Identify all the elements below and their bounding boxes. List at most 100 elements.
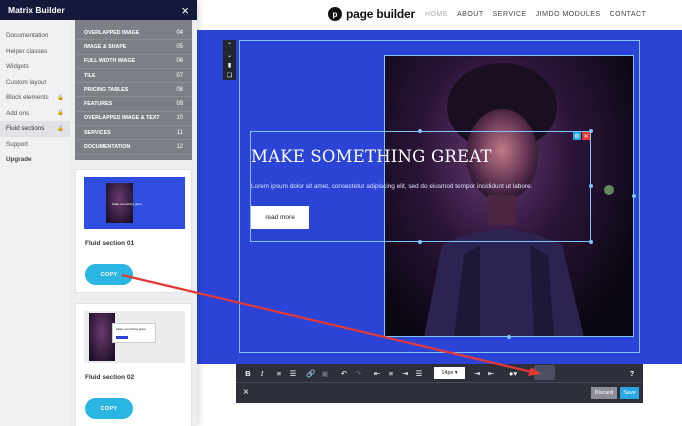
- site-menu: HOME ABOUT SERVICE JIMDO MODULES CONTACT: [425, 11, 646, 18]
- hero-title[interactable]: MAKE SOMETHING GREAT: [251, 147, 492, 166]
- category-label: PRICING TABLES: [84, 86, 129, 93]
- duplicate-icon[interactable]: ❏: [227, 72, 232, 79]
- code-view-highlight: [534, 365, 555, 380]
- category-label: FEATURES: [84, 101, 113, 108]
- link-icon[interactable]: 🔗: [305, 367, 317, 379]
- discard-button[interactable]: Discard: [591, 387, 617, 399]
- bold-button[interactable]: B: [242, 367, 254, 379]
- indent-icon[interactable]: ⇥: [471, 367, 483, 379]
- fluid-section-card: Make something great Fluid section 02 CO…: [75, 303, 192, 426]
- card-title: Fluid section 01: [85, 240, 135, 247]
- italic-button[interactable]: I: [256, 367, 268, 379]
- logo-text: page builder: [346, 7, 415, 21]
- save-button[interactable]: Save: [620, 387, 639, 399]
- align-justify-icon[interactable]: ☰: [413, 367, 425, 379]
- category-item[interactable]: TILE 07: [75, 69, 192, 84]
- category-label: IMAGE & SHAPE: [84, 43, 127, 50]
- section-thumbnail: Make something great: [84, 311, 185, 363]
- nav-item-label: Block elements: [6, 94, 49, 102]
- align-center-icon[interactable]: ≡: [385, 367, 397, 379]
- nav-item-label: Fluid sections: [6, 125, 45, 133]
- delete-icon[interactable]: ✕: [582, 132, 590, 140]
- category-item[interactable]: PRICING TABLES 08: [75, 83, 192, 98]
- copy-button[interactable]: COPY: [85, 398, 133, 419]
- site-logo[interactable]: p page builder: [328, 7, 415, 21]
- card-title: Fluid section 02: [85, 374, 135, 381]
- hero-section: ⚙ ✕ ⌃ ⌄ ▮ ❏ MAKE SOMETHING GREAT Lorem i…: [197, 30, 682, 364]
- matrix-builder-panel: Matrix Builder × Documentation Helper cl…: [0, 0, 197, 426]
- resize-handle[interactable]: [507, 335, 511, 339]
- menu-item-contact[interactable]: CONTACT: [610, 11, 647, 18]
- panel-header: Matrix Builder ×: [0, 0, 197, 20]
- nav-item-fluid-sections[interactable]: Fluid sections 🔒: [0, 121, 70, 137]
- panel-content: OVERLAPPED IMAGE 04 IMAGE & SHAPE 05 FULL …: [70, 20, 197, 426]
- align-left-icon[interactable]: ⇤: [371, 367, 383, 379]
- category-item[interactable]: DOCUMENTATION 12: [75, 140, 192, 155]
- align-right-icon[interactable]: ⇥: [399, 367, 411, 379]
- menu-item-about[interactable]: ABOUT: [457, 11, 484, 18]
- redo-icon[interactable]: ↷: [352, 367, 364, 379]
- screen: Matrix Builder × Documentation Helper cl…: [0, 0, 682, 426]
- close-icon[interactable]: ×: [243, 387, 249, 398]
- panel-nav: Documentation Helper classes Widgets Cus…: [0, 20, 70, 426]
- lock-icon: 🔒: [57, 110, 64, 117]
- close-icon[interactable]: ×: [181, 4, 189, 17]
- category-item[interactable]: OVERLAPPED IMAGE 04: [75, 26, 192, 41]
- menu-item-jimdo-modules[interactable]: JIMDO MODULES: [536, 11, 601, 18]
- category-label: DOCUMENTATION: [84, 144, 131, 151]
- menu-item-home[interactable]: HOME: [425, 11, 448, 18]
- resize-handle[interactable]: [589, 240, 593, 244]
- category-label: OVERLAPPED IMAGE & TEXT: [84, 115, 160, 122]
- lock-icon: 🔒: [57, 94, 64, 101]
- category-label: TILE: [84, 72, 96, 79]
- category-count: 07: [176, 72, 183, 79]
- hero-subtitle[interactable]: Lorem ipsum dolor sit amet, consectetur …: [251, 183, 532, 190]
- nav-item-helper-classes[interactable]: Helper classes: [0, 44, 70, 60]
- settings-icon[interactable]: ⚙: [573, 132, 581, 140]
- resize-handle[interactable]: [589, 184, 593, 188]
- copy-button[interactable]: COPY: [85, 264, 133, 285]
- category-item[interactable]: OVERLAPPED IMAGE & TEXT 10: [75, 112, 192, 127]
- resize-handle[interactable]: [632, 194, 636, 198]
- nav-item-support[interactable]: Support: [0, 137, 70, 153]
- thumbnail-caption: Make something great: [112, 202, 142, 206]
- nav-item-upgrade[interactable]: Upgrade: [0, 152, 70, 168]
- unlink-icon[interactable]: ▣: [319, 367, 331, 379]
- chevron-up-icon[interactable]: ⌃: [227, 42, 232, 49]
- nav-item-block-elements[interactable]: Block elements 🔒: [0, 90, 70, 106]
- help-button[interactable]: ?: [626, 367, 638, 379]
- category-count: 11: [176, 129, 183, 136]
- category-item[interactable]: FULL WIDTH IMAGE 06: [75, 55, 192, 69]
- nav-item-label: Upgrade: [6, 156, 32, 164]
- nav-item-custom-layout[interactable]: Custom layout: [0, 75, 70, 91]
- toolbar-divider: [236, 382, 643, 383]
- resize-handle[interactable]: [418, 240, 422, 244]
- section-thumbnail: Make something great: [84, 177, 185, 229]
- unordered-list-icon[interactable]: ☰: [287, 367, 299, 379]
- color-picker-icon[interactable]: ●▾: [504, 367, 522, 379]
- category-label: OVERLAPPED IMAGE: [84, 29, 140, 36]
- read-more-button[interactable]: read more: [251, 206, 309, 229]
- nav-item-label: Widgets: [6, 63, 29, 71]
- nav-item-add-ons[interactable]: Add ons 🔒: [0, 106, 70, 122]
- nav-item-documentation[interactable]: Documentation: [0, 28, 70, 44]
- undo-icon[interactable]: ↶: [338, 367, 350, 379]
- font-size-select[interactable]: 14px ▾: [434, 367, 465, 379]
- category-item[interactable]: SERVICES 11: [75, 126, 192, 141]
- thumbnail-caption: Make something great: [116, 327, 146, 331]
- category-count: 10: [176, 115, 183, 122]
- category-item[interactable]: IMAGE & SHAPE 05: [75, 40, 192, 55]
- category-label: FULL WIDTH IMAGE: [84, 58, 136, 65]
- nav-item-label: Custom layout: [6, 78, 47, 86]
- nav-item-widgets[interactable]: Widgets: [0, 59, 70, 75]
- resize-handle[interactable]: [418, 129, 422, 133]
- trash-icon[interactable]: ▮: [228, 62, 231, 69]
- menu-item-service[interactable]: SERVICE: [493, 11, 527, 18]
- ordered-list-icon[interactable]: ≡: [273, 367, 285, 379]
- category-label: SERVICES: [84, 129, 111, 136]
- category-item[interactable]: FEATURES 09: [75, 97, 192, 112]
- nav-item-label: Add ons: [6, 109, 30, 117]
- thumbnail-text-box: Make something great: [112, 323, 156, 343]
- chevron-down-icon[interactable]: ⌄: [227, 52, 232, 59]
- outdent-icon[interactable]: ⇤: [485, 367, 497, 379]
